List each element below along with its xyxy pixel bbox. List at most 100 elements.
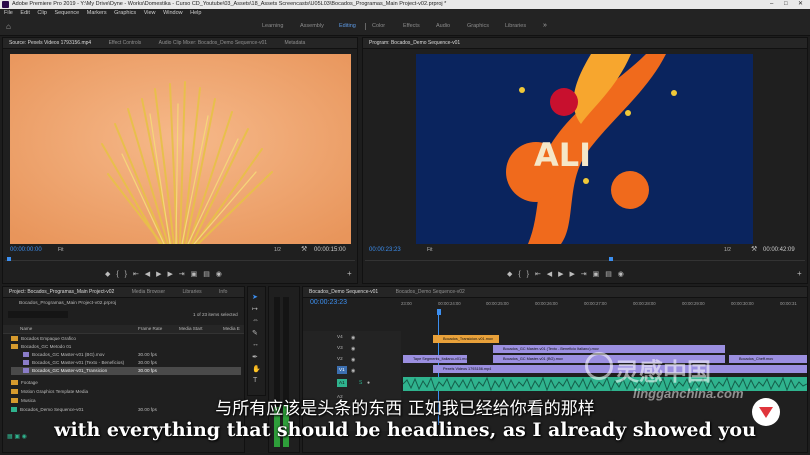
program-camera-icon[interactable]: ◉: [618, 271, 626, 278]
microphone-icon[interactable]: ●: [367, 380, 370, 386]
source-time-ruler[interactable]: [5, 257, 355, 261]
type-tool-icon[interactable]: T: [253, 377, 257, 384]
clip-transicion[interactable]: Bocados_Transicion-v01.mov: [433, 335, 499, 343]
program-go-to-out-icon[interactable]: ⇥: [581, 271, 589, 278]
menu-file[interactable]: File: [4, 10, 13, 16]
extract-icon[interactable]: ▤: [605, 271, 614, 278]
minimize-icon[interactable]: –: [770, 0, 773, 9]
eye-icon[interactable]: ◉: [351, 357, 355, 363]
camera-icon[interactable]: ◉: [216, 271, 224, 278]
tab-libraries[interactable]: Libraries: [182, 289, 201, 295]
slip-tool-icon[interactable]: ↔: [252, 341, 259, 348]
audio-clip-a1[interactable]: [403, 377, 807, 391]
column-name[interactable]: Name: [20, 325, 32, 333]
program-fit-select[interactable]: Fit: [427, 247, 433, 253]
add-button-icon[interactable]: +: [347, 269, 352, 278]
tab-media-browser[interactable]: Media Browser: [132, 289, 165, 295]
track-select-tool-icon[interactable]: ↦: [252, 305, 258, 313]
close-icon[interactable]: ✕: [798, 0, 803, 9]
go-to-out-icon[interactable]: ⇥: [179, 271, 187, 278]
menu-help[interactable]: Help: [190, 10, 201, 16]
tab-metadata[interactable]: Metadata: [284, 40, 305, 46]
workspace-editing[interactable]: Editing: [339, 23, 356, 29]
workspace-graphics[interactable]: Graphics: [467, 23, 489, 29]
track-v1-label[interactable]: V1: [337, 366, 347, 374]
column-frame-rate[interactable]: Frame Rate: [138, 325, 162, 333]
program-go-to-in-icon[interactable]: ⇤: [535, 271, 543, 278]
mark-in-bracket-icon[interactable]: {: [116, 271, 120, 278]
tab-program[interactable]: Program: Bocados_Demo Sequence-v01: [369, 40, 460, 46]
column-media-start[interactable]: Media Start: [179, 325, 203, 333]
menu-clip[interactable]: Clip: [37, 10, 46, 16]
list-item[interactable]: Bocados Empaque Grafico: [11, 335, 241, 343]
tab-audio-clip-mixer[interactable]: Audio Clip Mixer: Bocados_Demo Sequence-…: [159, 40, 267, 46]
step-forward-icon[interactable]: ▶: [167, 271, 174, 278]
menu-window[interactable]: Window: [163, 10, 183, 16]
play-icon[interactable]: ▶: [156, 271, 163, 278]
list-item[interactable]: Bocados_GC Master-v01 (Texto - Beneficio…: [23, 359, 241, 367]
menu-sequence[interactable]: Sequence: [54, 10, 79, 16]
eye-icon[interactable]: ◉: [351, 368, 355, 374]
source-timecode[interactable]: 00:00:00:00: [10, 247, 42, 253]
menu-edit[interactable]: Edit: [20, 10, 29, 16]
step-back-icon[interactable]: ◀: [145, 271, 152, 278]
program-time-ruler[interactable]: [365, 257, 805, 261]
list-item[interactable]: Bocados_GC Master-v01 (BG).mov 30.00 fps: [23, 351, 241, 359]
tab-info[interactable]: Info: [219, 289, 227, 295]
menu-view[interactable]: View: [144, 10, 156, 16]
mark-in-icon[interactable]: ◆: [105, 271, 112, 278]
workspace-assembly[interactable]: Assembly: [300, 23, 324, 29]
workspace-learning[interactable]: Learning: [262, 23, 283, 29]
go-to-in-icon[interactable]: ⇤: [133, 271, 141, 278]
mark-out-bracket-icon[interactable]: }: [125, 271, 129, 278]
eye-icon[interactable]: ◉: [351, 335, 355, 341]
source-playhead[interactable]: [7, 257, 11, 261]
home-icon[interactable]: ⌂: [6, 22, 11, 31]
program-step-back-icon[interactable]: ◀: [547, 271, 554, 278]
tab-sequence-v01[interactable]: Bocados_Demo Sequence-v01: [309, 289, 378, 295]
clip-cheff[interactable]: Bocados_Cheff.mov: [729, 355, 807, 363]
source-video-frame[interactable]: [10, 54, 351, 244]
program-playhead[interactable]: [609, 257, 613, 261]
track-v2-label[interactable]: V2: [337, 355, 343, 363]
program-step-forward-icon[interactable]: ▶: [569, 271, 576, 278]
timeline-ruler[interactable]: 23:00 00:00:24:00 00:00:25:00 00:00:26:0…: [401, 301, 805, 315]
ripple-edit-tool-icon[interactable]: ⇔: [252, 317, 259, 324]
selection-tool-icon[interactable]: ➤: [252, 293, 258, 301]
track-a1-label[interactable]: A1: [337, 379, 347, 387]
overwrite-icon[interactable]: ▤: [203, 271, 212, 278]
eye-icon[interactable]: ◉: [351, 346, 355, 352]
lift-icon[interactable]: ▣: [593, 271, 602, 278]
maximize-icon[interactable]: □: [784, 0, 788, 9]
tab-effect-controls[interactable]: Effect Controls: [109, 40, 142, 46]
menu-markers[interactable]: Markers: [87, 10, 107, 16]
insert-icon[interactable]: ▣: [191, 271, 200, 278]
column-media-end[interactable]: Media E: [223, 325, 240, 333]
list-item[interactable]: Bocados_GC Metodo 01: [11, 343, 241, 351]
program-play-icon[interactable]: ▶: [558, 271, 565, 278]
tab-source[interactable]: Source: Pexels Videos 1793156.mp4: [9, 40, 91, 46]
track-v3-label[interactable]: V3: [337, 344, 343, 352]
program-add-button-icon[interactable]: +: [797, 269, 802, 278]
workspace-libraries[interactable]: Libraries: [505, 23, 526, 29]
workspace-color[interactable]: Color: [372, 23, 385, 29]
tab-sequence-v02[interactable]: Bocados_Demo Sequence-v02: [396, 289, 465, 295]
razor-tool-icon[interactable]: ✎: [252, 329, 258, 337]
tab-project[interactable]: Project: Bocados_Programas_Main Project-…: [9, 289, 114, 295]
hand-tool-icon[interactable]: ✋: [252, 365, 261, 373]
source-resolution-select[interactable]: 1/2: [274, 247, 281, 253]
program-mark-in-icon[interactable]: ◆: [507, 271, 514, 278]
program-resolution-select[interactable]: 1/2: [724, 247, 731, 253]
workspace-effects[interactable]: Effects: [403, 23, 420, 29]
list-item[interactable]: Footage: [11, 379, 241, 387]
program-mark-out-bracket-icon[interactable]: }: [527, 271, 531, 278]
track-v4-label[interactable]: V4: [337, 333, 343, 341]
wrench-icon[interactable]: ⚒: [301, 245, 307, 253]
workspace-audio[interactable]: Audio: [436, 23, 450, 29]
program-mark-in-bracket-icon[interactable]: {: [518, 271, 522, 278]
more-workspaces-icon[interactable]: »: [543, 22, 547, 29]
clip-tape-segments[interactable]: Tape Segments_Italiano-v01.mov: [403, 355, 467, 363]
program-video-frame[interactable]: ALI: [416, 54, 753, 244]
pen-tool-icon[interactable]: ✒: [252, 353, 258, 361]
program-wrench-icon[interactable]: ⚒: [751, 245, 757, 253]
